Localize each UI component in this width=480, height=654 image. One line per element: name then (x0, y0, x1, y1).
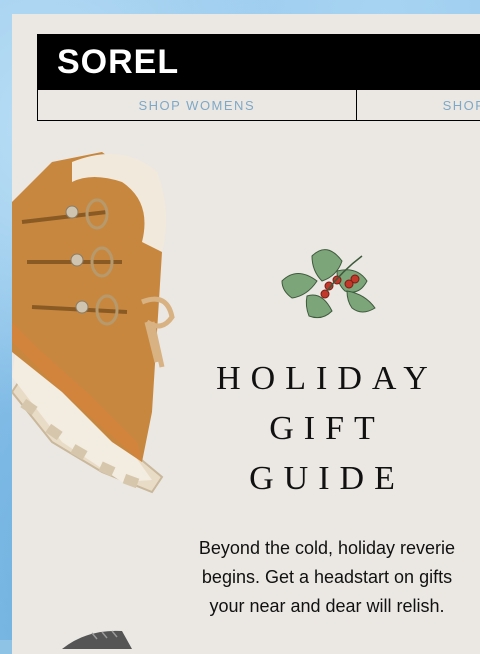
body-line-3: your near and dear will relish. (209, 596, 445, 616)
nav-link-shop-womens[interactable]: SHOP WOMENS (38, 90, 357, 120)
sorel-logo[interactable]: SOREL (57, 42, 179, 82)
email-card: SOREL SHOP WOMENS SHOP (12, 14, 480, 654)
body-line-1: Beyond the cold, holiday reverie (198, 538, 456, 558)
body-line-2: begins. Get a headstart on gifts (201, 567, 453, 587)
brand-header: SOREL (37, 34, 480, 90)
title-line-3: GUIDE (249, 460, 405, 497)
partial-product-image (62, 630, 132, 649)
hero-body-text: Beyond the cold, holiday reverie begins.… (172, 534, 480, 621)
holly-icon (281, 249, 376, 319)
title-line-1: HOLIDAY (216, 360, 438, 397)
nav-link-shop[interactable]: SHOP (357, 90, 480, 120)
boot-image[interactable] (12, 142, 182, 512)
nav-bar: SHOP WOMENS SHOP (37, 90, 480, 121)
holiday-gift-guide-title: HOLIDAY GIFT GUIDE (172, 354, 480, 504)
title-line-2: GIFT (269, 410, 385, 447)
